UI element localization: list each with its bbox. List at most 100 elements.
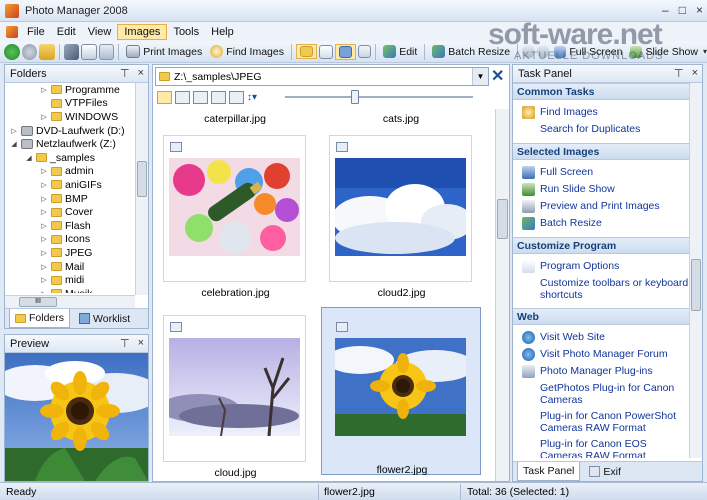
tree-item[interactable]: ▷ Mail <box>5 260 135 274</box>
up-folder-icon[interactable] <box>39 43 55 60</box>
menu-tools[interactable]: Tools <box>167 25 205 39</box>
task-link[interactable]: Visit Web Site <box>513 329 689 346</box>
pin-icon[interactable]: ⊤ <box>120 337 130 350</box>
batch-resize-button[interactable]: Batch Resize <box>429 44 513 59</box>
section-header[interactable]: Customize Program <box>513 237 689 254</box>
task-link[interactable]: Run Slide Show <box>513 181 689 198</box>
close-pane-icon[interactable]: × <box>138 67 144 80</box>
preview-pane-button[interactable] <box>334 43 356 60</box>
close-button[interactable]: × <box>696 3 703 17</box>
expand-toggle-icon[interactable]: ▷ <box>40 235 48 243</box>
details-icon[interactable] <box>357 45 372 58</box>
path-dropdown-button[interactable]: ▼ <box>472 68 488 85</box>
tree-item[interactable]: ◢ Netzlaufwerk (Z:) <box>5 137 135 151</box>
task-link[interactable]: Search for Duplicates <box>513 121 689 138</box>
expand-toggle-icon[interactable]: ▷ <box>40 263 48 271</box>
section-header[interactable]: Selected Images <box>513 143 689 160</box>
expand-toggle-icon[interactable]: ▷ <box>40 222 48 230</box>
scroll-thumb[interactable] <box>497 199 508 239</box>
tree-item[interactable]: VTPFiles <box>5 97 135 111</box>
pin-icon[interactable]: ⊤ <box>120 67 130 80</box>
tab-worklist[interactable]: Worklist <box>74 309 135 328</box>
thumbnail-card[interactable]: celebration.jpg <box>163 135 306 299</box>
tree-item[interactable]: ▷ admin <box>5 165 135 179</box>
menu-images[interactable]: Images <box>117 23 168 40</box>
tree-item[interactable]: ▷ BMP <box>5 192 135 206</box>
expand-toggle-icon[interactable]: ▷ <box>40 86 48 94</box>
close-pane-icon[interactable]: × <box>692 67 698 80</box>
scroll-thumb[interactable] <box>691 259 701 311</box>
details-view-icon[interactable] <box>229 90 244 104</box>
expand-toggle-icon[interactable]: ▷ <box>10 127 18 135</box>
browser-vscroll[interactable] <box>495 109 509 481</box>
copy-icon[interactable] <box>81 43 97 60</box>
tab-task-panel[interactable]: Task Panel <box>517 462 581 481</box>
task-link[interactable]: GetPhotos Plug-in for Canon Cameras <box>513 380 689 408</box>
folders-hscroll[interactable]: III <box>5 295 135 309</box>
open-icon[interactable] <box>318 44 333 59</box>
folder-view-button[interactable] <box>295 44 317 59</box>
expand-toggle-icon[interactable]: ◢ <box>25 154 33 162</box>
print-images-button[interactable]: Print Images <box>123 44 205 59</box>
tree-item[interactable]: ▷ WINDOWS <box>5 110 135 124</box>
tree-item[interactable]: ◢ _samples <box>5 151 135 165</box>
task-link[interactable]: Customize toolbars or keyboard shortcuts <box>513 275 689 303</box>
close-pane-icon[interactable]: × <box>138 337 144 350</box>
forward-icon[interactable] <box>21 43 38 60</box>
thumbnail-caption[interactable]: caterpillar.jpg <box>165 113 305 125</box>
app-menu-icon[interactable] <box>6 25 18 38</box>
maximize-button[interactable]: □ <box>679 3 686 17</box>
tree-item[interactable]: ▷ Musik <box>5 287 135 293</box>
hscroll-thumb[interactable]: III <box>19 297 57 307</box>
expand-toggle-icon[interactable]: ▷ <box>40 208 48 216</box>
task-link[interactable]: Visit Photo Manager Forum <box>513 346 689 363</box>
expand-toggle-icon[interactable]: ▷ <box>40 195 48 203</box>
task-link[interactable]: Full Screen <box>513 164 689 181</box>
scroll-thumb[interactable] <box>137 161 147 197</box>
menu-edit[interactable]: Edit <box>51 25 82 39</box>
minimize-button[interactable]: – <box>662 3 669 17</box>
tree-item[interactable]: ▷ Cover <box>5 205 135 219</box>
menu-view[interactable]: View <box>82 25 118 39</box>
sort-icon[interactable]: ↕▾ <box>247 92 257 103</box>
task-link[interactable]: Plug-in for Canon PowerShot Cameras RAW … <box>513 408 689 436</box>
path-field[interactable]: Z:\_samples\JPEG ▼ <box>155 67 489 86</box>
tab-exif[interactable]: Exif <box>584 462 626 481</box>
thumbnail-caption[interactable]: cats.jpg <box>331 113 471 125</box>
toolbar-overflow-icon[interactable]: ▾ <box>703 47 707 56</box>
task-link[interactable]: Preview and Print Images <box>513 198 689 215</box>
tiles-view-icon[interactable] <box>175 90 190 104</box>
section-header[interactable]: Common Tasks <box>513 83 689 100</box>
zoom-slider-thumb[interactable] <box>351 90 359 104</box>
tree-item[interactable]: ▷ DVD-Laufwerk (D:) <box>5 124 135 138</box>
task-link[interactable]: Plug-in for Canon EOS Cameras RAW Format <box>513 436 689 458</box>
thumbnails-view-icon[interactable] <box>157 90 172 104</box>
tab-folders[interactable]: Folders <box>9 309 71 328</box>
paste-icon[interactable] <box>98 43 115 60</box>
thumbnail-card[interactable]: flower2.jpg <box>321 307 481 476</box>
task-link[interactable]: Batch Resize <box>513 215 689 232</box>
tree-item[interactable]: ▷ aniGIFs <box>5 178 135 192</box>
menu-file[interactable]: File <box>21 25 51 39</box>
thumbnail-card[interactable]: cloud.jpg <box>163 315 306 479</box>
folders-vscroll[interactable] <box>135 83 148 295</box>
close-path-icon[interactable]: ✕ <box>491 66 504 86</box>
tree-item[interactable]: ▷ Flash <box>5 219 135 233</box>
expand-toggle-icon[interactable]: ▷ <box>40 113 48 121</box>
expand-toggle-icon[interactable]: ▷ <box>40 290 48 293</box>
task-panel-vscroll[interactable] <box>689 83 702 458</box>
task-link[interactable]: Photo Manager Plug-ins <box>513 363 689 380</box>
task-link[interactable]: Program Options <box>513 258 689 275</box>
list-view-icon[interactable] <box>211 90 226 104</box>
find-images-button[interactable]: Find Images <box>207 44 287 59</box>
tree-item[interactable]: ▷ JPEG <box>5 246 135 260</box>
task-link[interactable]: Find Images <box>513 104 689 121</box>
cut-icon[interactable] <box>63 43 80 60</box>
tree-item[interactable]: ▷ midi <box>5 273 135 287</box>
expand-toggle-icon[interactable]: ▷ <box>40 167 48 175</box>
pin-icon[interactable]: ⊤ <box>674 67 684 80</box>
expand-toggle-icon[interactable]: ◢ <box>10 140 18 148</box>
menu-help[interactable]: Help <box>205 25 240 39</box>
expand-toggle-icon[interactable]: ▷ <box>40 276 48 284</box>
thumbnail-card[interactable]: cloud2.jpg <box>329 135 472 299</box>
